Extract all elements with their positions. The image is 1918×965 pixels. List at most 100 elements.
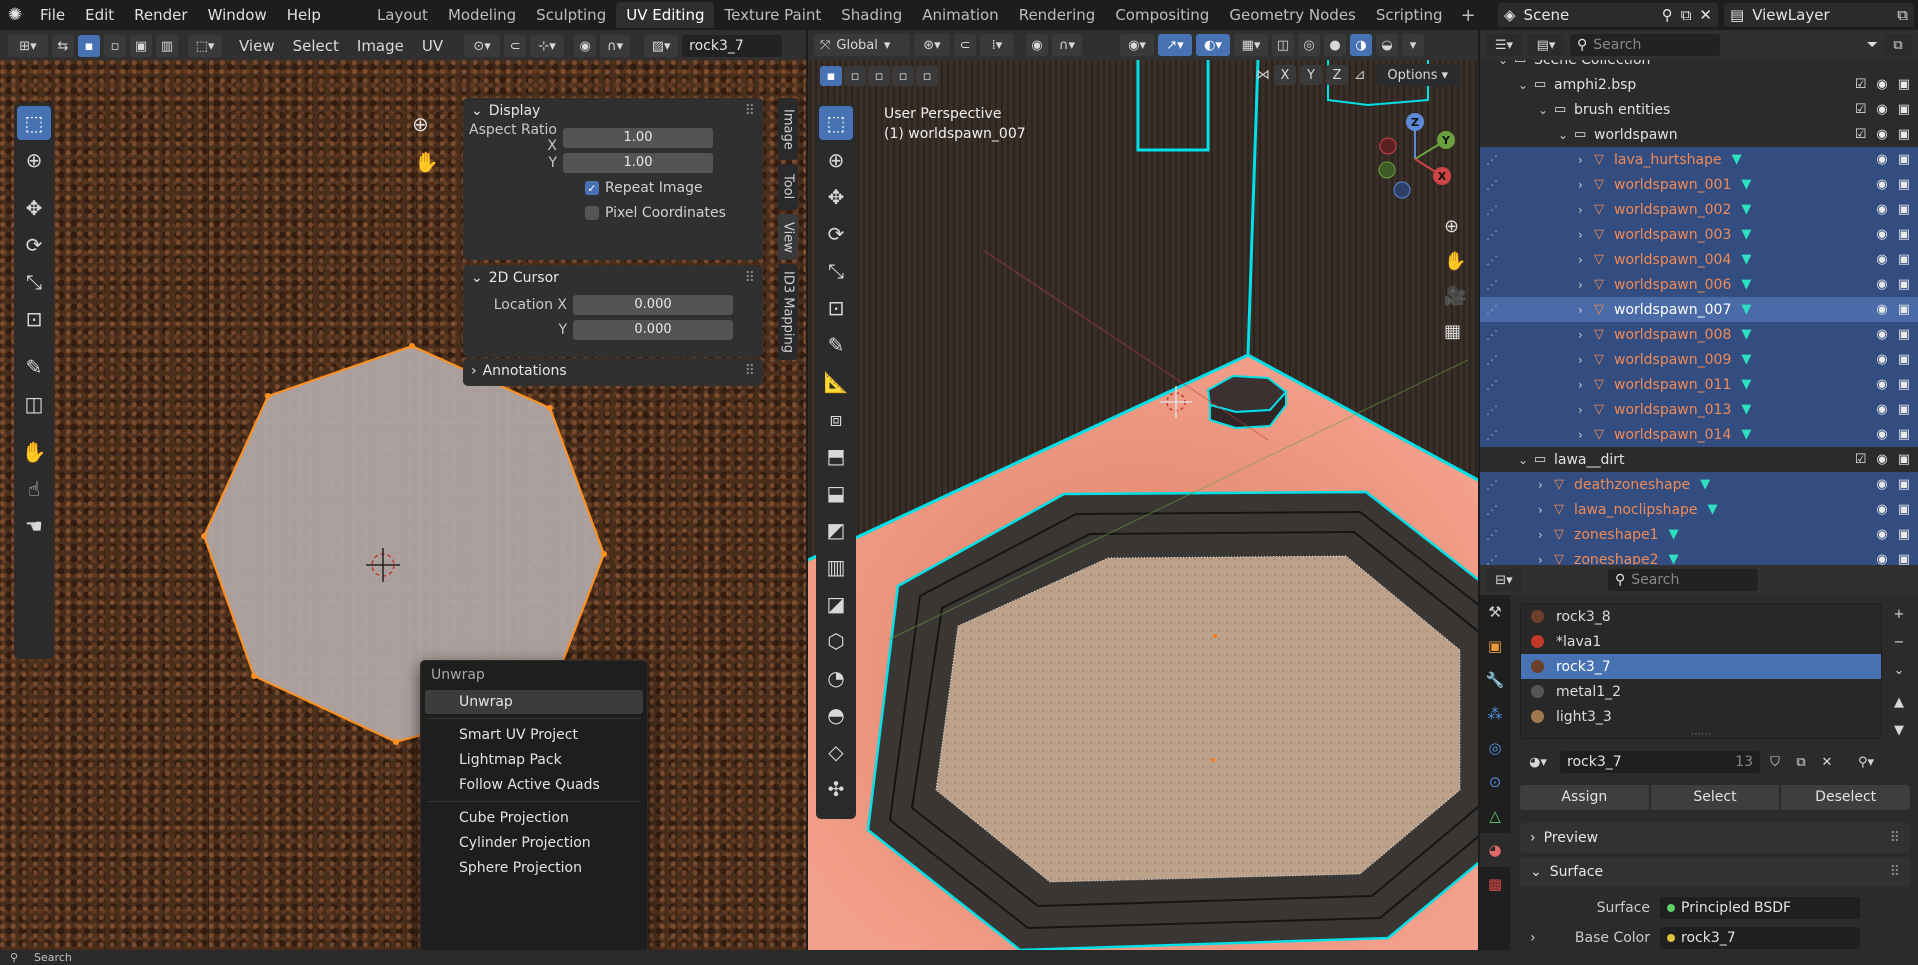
scale-tool-icon[interactable]: ⤡	[819, 254, 853, 288]
editor-type-icon[interactable]: ⊞▾	[8, 35, 48, 57]
grab-tool-icon[interactable]: ✋	[17, 435, 51, 469]
mesh-data-icon[interactable]: ▼	[1741, 377, 1751, 392]
node-link-icon[interactable]: ⚲▾	[1850, 751, 1882, 773]
gizmo-icon[interactable]: ↗▾	[1158, 34, 1192, 56]
camera-icon[interactable]: ▣	[1898, 227, 1910, 242]
smooth-tool-icon[interactable]: ◓	[819, 698, 853, 732]
tab-texture-paint[interactable]: Texture Paint	[714, 2, 831, 28]
pivot-point-icon[interactable]: ⊛▾	[914, 34, 950, 56]
menu-item-sphere-projection[interactable]: Sphere Projection	[425, 856, 643, 880]
checkbox-icon[interactable]: ☑	[1855, 127, 1867, 142]
navigation-gizmo[interactable]: Z Y X	[1360, 104, 1470, 214]
mesh-data-icon[interactable]: ▼	[1700, 477, 1710, 492]
material-slot[interactable]: *lava1	[1521, 629, 1881, 654]
filter-icon[interactable]: ⏷	[1867, 37, 1878, 53]
menu-item-lightmap-pack[interactable]: Lightmap Pack	[425, 748, 643, 772]
drag-handle-icon[interactable]: ⠿	[1890, 864, 1900, 880]
preview-section[interactable]: › Preview ⠿	[1520, 823, 1910, 853]
mesh-data-icon[interactable]: ▼	[1741, 402, 1751, 417]
camera-icon[interactable]: ▣	[1898, 302, 1910, 317]
tab-geometry-nodes[interactable]: Geometry Nodes	[1219, 2, 1366, 28]
scale-tool-icon[interactable]: ⤡	[17, 265, 51, 299]
menu-help[interactable]: Help	[277, 3, 331, 27]
tab-shading[interactable]: Shading	[831, 2, 912, 28]
list-resize-handle[interactable]: ⋯⋯	[1521, 729, 1881, 740]
edge-slide-tool-icon[interactable]: ◇	[819, 735, 853, 769]
chevron-right-icon[interactable]: ›	[1578, 203, 1594, 217]
texture-tab-icon[interactable]: ▩	[1480, 867, 1510, 901]
mirror-x-button[interactable]: X	[1274, 65, 1296, 85]
menu-uv[interactable]: UV	[415, 34, 450, 58]
eye-icon[interactable]: ◉	[1876, 352, 1887, 367]
mesh-data-icon[interactable]: ▼	[1741, 252, 1751, 267]
inset-tool-icon[interactable]: ⬓	[819, 476, 853, 510]
location-x-field[interactable]: 0.000	[573, 295, 733, 315]
drag-handle-icon[interactable]: ⠿	[745, 270, 755, 286]
solid-shading-icon[interactable]: ●	[1324, 34, 1346, 56]
camera-icon[interactable]: ▣	[1898, 402, 1910, 417]
new-scene-icon[interactable]: ⧉	[1681, 6, 1692, 24]
eye-icon[interactable]: ◉	[1876, 127, 1887, 142]
outliner-row[interactable]: ⌄ ▭ amphi2.bsp ☑ ◉ ▣	[1480, 72, 1918, 97]
tab-rendering[interactable]: Rendering	[1009, 2, 1106, 28]
tab-image[interactable]: Image	[778, 98, 798, 160]
camera-icon[interactable]: ▣	[1898, 252, 1910, 267]
eye-icon[interactable]: ◉	[1876, 177, 1887, 192]
pivot-icon[interactable]: ⊙▾	[464, 35, 501, 57]
chevron-right-icon[interactable]: ›	[1538, 478, 1554, 492]
camera-icon[interactable]: ▣	[1898, 102, 1910, 117]
physics-tab-icon[interactable]: ◎	[1480, 731, 1510, 765]
particles-tab-icon[interactable]: ⁂	[1480, 697, 1510, 731]
mesh-edit-overlay-icon[interactable]: ▦▾	[1234, 34, 1268, 56]
tool-tab-icon[interactable]: ⚒	[1480, 595, 1510, 629]
chevron-right-icon[interactable]: ›	[1578, 403, 1594, 417]
material-slot[interactable]: metal1_2	[1521, 679, 1881, 704]
outliner-row[interactable]: ⋰ › ▽ worldspawn_009 ▼ ◉ ▣	[1480, 347, 1918, 372]
eye-icon[interactable]: ◉	[1876, 102, 1887, 117]
outliner-row[interactable]: ⋰ › ▽ worldspawn_007 ▼ ◉ ▣	[1480, 297, 1918, 322]
camera-icon[interactable]: ▣	[1898, 502, 1910, 517]
outliner-row[interactable]: ⋰ › ▽ worldspawn_002 ▼ ◉ ▣	[1480, 197, 1918, 222]
move-down-icon[interactable]: ▼	[1888, 719, 1910, 741]
location-y-field[interactable]: 0.000	[573, 320, 733, 340]
pixel-coords-checkbox[interactable]: Pixel Coordinates	[463, 202, 763, 224]
camera-icon[interactable]: ▣	[1898, 77, 1910, 92]
chevron-right-icon[interactable]: ›	[1520, 930, 1550, 946]
orientation-dropdown[interactable]: ⤧ Global ▾	[814, 34, 910, 56]
pan-hand-icon[interactable]: ✋	[414, 150, 439, 174]
drag-handle-icon[interactable]: ⠿	[745, 103, 755, 119]
chevron-right-icon[interactable]: ›	[1578, 253, 1594, 267]
select-intersect-icon[interactable]: ▫	[916, 66, 938, 86]
annotate-tool-icon[interactable]: ✎	[17, 350, 51, 384]
remove-slot-icon[interactable]: −	[1888, 631, 1910, 653]
material-slot[interactable]: light3_3	[1521, 704, 1881, 729]
move-tool-icon[interactable]: ✥	[17, 191, 51, 225]
uv-sync-icon[interactable]: ⇆	[52, 35, 74, 57]
mesh-data-icon[interactable]: ▼	[1669, 552, 1679, 565]
outliner-row[interactable]: ⋰ › ▽ zoneshape1 ▼ ◉ ▣	[1480, 522, 1918, 547]
chevron-right-icon[interactable]: ›	[1578, 178, 1594, 192]
eye-icon[interactable]: ◉	[1876, 427, 1887, 442]
outliner-row[interactable]: ⋰ › ▽ worldspawn_013 ▼ ◉ ▣	[1480, 397, 1918, 422]
outliner-row[interactable]: ⋰ › ▽ worldspawn_004 ▼ ◉ ▣	[1480, 247, 1918, 272]
eye-icon[interactable]: ◉	[1876, 152, 1887, 167]
cursor-tool-icon[interactable]: ⊕	[17, 143, 51, 177]
outliner-row[interactable]: ⌄ ▭ brush entities ☑ ◉ ▣	[1480, 97, 1918, 122]
rotate-tool-icon[interactable]: ⟳	[17, 228, 51, 262]
menu-item-cylinder-projection[interactable]: Cylinder Projection	[425, 831, 643, 855]
base-color-field[interactable]: rock3_7	[1660, 927, 1860, 949]
chevron-right-icon[interactable]: ›	[1538, 528, 1554, 542]
eye-icon[interactable]: ◉	[1876, 377, 1887, 392]
move-tool-icon[interactable]: ✥	[819, 180, 853, 214]
mesh-data-icon[interactable]: ▼	[1732, 152, 1742, 167]
mirror-z-button[interactable]: Z	[1326, 65, 1348, 85]
eye-icon[interactable]: ◉	[1876, 277, 1887, 292]
shrink-tool-icon[interactable]: ✣	[819, 772, 853, 806]
material-slot[interactable]: rock3_7	[1521, 654, 1881, 679]
mesh-data-icon[interactable]: ▼	[1741, 352, 1751, 367]
camera-icon[interactable]: ▣	[1898, 127, 1910, 142]
browse-material-icon[interactable]: ◕▾	[1520, 751, 1556, 773]
mirror-icon[interactable]: ⋈	[1256, 67, 1270, 83]
tab-uv-editing[interactable]: UV Editing	[616, 2, 715, 28]
pinch-tool-icon[interactable]: ☚	[17, 509, 51, 543]
